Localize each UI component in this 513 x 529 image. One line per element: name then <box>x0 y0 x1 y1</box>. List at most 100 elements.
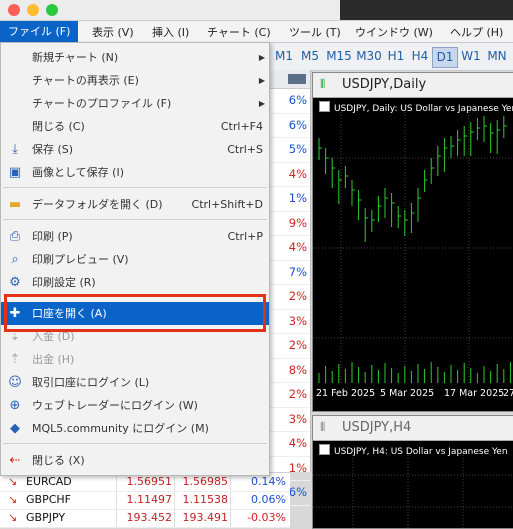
title-bar-dark-area <box>340 0 513 20</box>
chart-window-daily[interactable]: ⦀ USDJPY,Daily USDJPY, Daily: US Dollar … <box>312 72 513 412</box>
menu-item-shortcut: Ctrl+Shift+D <box>191 198 263 211</box>
globe-icon: ⊕ <box>9 398 21 413</box>
chart-window-title-bar: ⦀ USDJPY,Daily <box>313 73 513 98</box>
sort-indicator-icon <box>288 74 306 84</box>
maximize-window-button[interactable] <box>46 4 58 16</box>
chart-window-title-2: USDJPY,H4 <box>342 420 412 435</box>
quote-change: -0.03% <box>247 511 286 524</box>
menu-item-shortcut: Ctrl+S <box>227 143 263 156</box>
market-watch-change-column: 6% 6% 5% 4% 1% 9% 4% 7% 2% 3% 2% 8% 2% 3% 4% 1% 6% <box>268 89 310 506</box>
file-menu-item-5[interactable]: ▣ 画像として保存 (I) <box>1 161 269 184</box>
quote-row[interactable]: ↘ GBPCHF 1.11497 1.11538 0.06% <box>0 491 290 510</box>
file-menu-item-16[interactable]: ⇠ 閉じる (X) <box>1 449 269 472</box>
file-menu: 新規チャート (N) ▶ チャートの再表示 (E) ▶ チャートのプロファイル (F) ▶… <box>0 42 270 476</box>
timeframe-m1[interactable]: M1 <box>272 47 296 66</box>
timeframe-m5[interactable]: M5 <box>298 47 322 66</box>
close-window-button[interactable] <box>8 4 20 16</box>
title-bar <box>0 0 513 21</box>
timeframe-m15[interactable]: M15 <box>324 47 354 66</box>
date-label-2: 5 Mar 2025 <box>380 388 435 399</box>
quote-symbol: GBPJPY <box>26 511 66 524</box>
timeframe-w1[interactable]: W1 <box>460 47 482 66</box>
menu-separator <box>3 443 267 444</box>
submenu-arrow-icon: ▶ <box>258 76 265 85</box>
file-menu-item-8[interactable]: ⌕ 印刷プレビュー (V) <box>1 248 269 271</box>
file-menu-item-1[interactable]: チャートの再表示 (E) ▶ <box>1 69 269 92</box>
down-arrow-icon: ↘ <box>8 511 18 524</box>
menu-item-label: ウェブトレーダーにログイン (W) <box>32 399 198 412</box>
menu-help[interactable]: ヘルプ (H) <box>450 24 503 40</box>
menu-item-label: チャートのプロファイル (F) <box>32 97 172 110</box>
market-watch-change-cell: 2% <box>268 383 310 408</box>
market-watch-change-cell: 6% <box>268 114 310 138</box>
market-watch-change-cell: 2% <box>268 285 310 310</box>
minimize-window-button[interactable] <box>27 4 39 16</box>
timeframe-h1[interactable]: H1 <box>385 47 407 66</box>
market-watch-change-cell: 3% <box>268 408 310 432</box>
file-menu-item-7[interactable]: ⎙ 印刷 (P) Ctrl+P <box>1 225 269 248</box>
file-menu-item-3[interactable]: 閉じる (C) Ctrl+F4 <box>1 115 269 138</box>
menu-file[interactable]: ファイル (F) <box>0 21 79 42</box>
menu-item-label: 出金 (H) <box>32 353 75 366</box>
market-watch-change-cell: 6% <box>268 89 310 114</box>
submenu-arrow-icon: ▶ <box>258 99 265 108</box>
timeframe-m30[interactable]: M30 <box>354 47 384 66</box>
menu-tools[interactable]: ツール (T) <box>289 24 341 40</box>
menu-item-shortcut: Ctrl+P <box>227 230 263 243</box>
menu-window[interactable]: ウインドウ (W) <box>355 24 433 40</box>
menu-item-label: 閉じる (X) <box>32 454 85 467</box>
printer-icon: ⎙ <box>9 229 21 244</box>
market-watch-change-cell: 8% <box>268 359 310 383</box>
file-menu-item-14[interactable]: ⊕ ウェブトレーダーにログイン (W) <box>1 394 269 417</box>
down-arrow-icon: ↘ <box>8 493 18 506</box>
mql5-icon: ◆ <box>10 421 20 436</box>
timeframe-mn[interactable]: MN <box>485 47 509 66</box>
market-watch-change-cell: 4% <box>268 432 310 457</box>
exit-icon: ⇠ <box>9 453 21 468</box>
file-menu-item-2[interactable]: チャートのプロファイル (F) ▶ <box>1 92 269 115</box>
menu-item-label: 保存 (S) <box>32 143 74 156</box>
candlestick-chart <box>313 112 513 383</box>
folder-icon: ▬ <box>8 197 22 212</box>
chart-icon: ⦀ <box>320 77 326 91</box>
quote-change: 0.06% <box>251 493 286 506</box>
save-icon: ⤓ <box>12 142 18 157</box>
menu-separator <box>3 187 267 188</box>
quote-symbol: GBPCHF <box>26 493 71 506</box>
timeframe-toolbar: M1 M5 M15 M30 H1 H4 D1 W1 MN <box>268 43 513 71</box>
chart-window-h4[interactable]: ⦀ USDJPY,H4 USDJPY, H4: US Dollar vs Jap… <box>312 415 513 529</box>
menu-bar: ファイル (F) 表示 (V) 挿入 (I) チャート (C) ツール (T) … <box>0 21 513 43</box>
menu-item-label: 閉じる (C) <box>32 120 85 133</box>
chart-area-2[interactable]: USDJPY, H4: US Dollar vs Japanese Yen <box>313 441 513 528</box>
chart-icon-2: ⦀ <box>320 420 326 434</box>
timeframe-d1[interactable]: D1 <box>432 47 458 68</box>
chart-window-title-bar-2: ⦀ USDJPY,H4 <box>313 416 513 441</box>
file-menu-item-15[interactable]: ◆ MQL5.community にログイン (M) <box>1 417 269 440</box>
file-menu-item-0[interactable]: 新規チャート (N) ▶ <box>1 46 269 69</box>
menu-item-label: MQL5.community にログイン (M) <box>32 422 209 435</box>
chart-area[interactable]: USDJPY, Daily: US Dollar vs Japanese Yen… <box>313 98 513 411</box>
quote-ask: 193.491 <box>182 511 229 524</box>
date-label-3: 17 Mar 2025 <box>444 388 505 399</box>
date-label-4: 27 <box>503 388 513 399</box>
menu-item-label: 印刷プレビュー (V) <box>32 253 129 266</box>
menu-chart[interactable]: チャート (C) <box>207 24 271 40</box>
file-menu-item-9[interactable]: ⚙ 印刷設定 (R) <box>1 271 269 294</box>
submenu-arrow-icon: ▶ <box>258 53 265 62</box>
timeframe-h4[interactable]: H4 <box>409 47 431 66</box>
print-settings-icon: ⚙ <box>9 275 21 290</box>
menu-item-label: 新規チャート (N) <box>32 51 119 64</box>
menu-insert[interactable]: 挿入 (I) <box>152 24 189 40</box>
market-watch-panel: 6% 6% 5% 4% 1% 9% 4% 7% 2% 3% 2% 8% 2% 3% 4% 1% 6% <box>268 70 311 506</box>
menu-item-label: チャートの再表示 (E) <box>32 74 139 87</box>
file-menu-item-4[interactable]: ⤓ 保存 (S) Ctrl+S <box>1 138 269 161</box>
market-watch-change-cell: 5% <box>268 138 310 163</box>
candlestick-chart-2 <box>313 455 513 528</box>
quote-row[interactable]: ↘ GBPJPY 193.452 193.491 -0.03% <box>0 509 290 528</box>
file-menu-item-13[interactable]: ☺ 取引口座にログイン (L) <box>1 371 269 394</box>
menu-item-label: 印刷 (P) <box>32 230 73 243</box>
market-watch-change-cell: 4% <box>268 163 310 187</box>
menu-view[interactable]: 表示 (V) <box>92 24 134 40</box>
menu-item-label: 取引口座にログイン (L) <box>32 376 150 389</box>
file-menu-item-6[interactable]: ▬ データフォルダを開く (D) Ctrl+Shift+D <box>1 193 269 216</box>
